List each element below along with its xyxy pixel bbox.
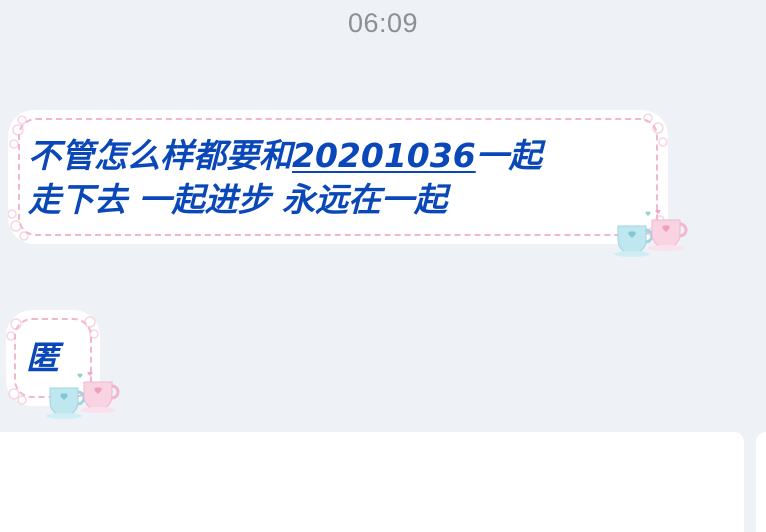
message-text-prefix: 不管怎么样都要和	[28, 136, 292, 175]
message-link-number[interactable]: 20201036	[292, 136, 476, 175]
message-line-2: 走下去 一起进步 永远在一起	[28, 180, 447, 219]
message-bubble[interactable]: 不管怎么样都要和20201036一起 走下去 一起进步 永远在一起	[8, 110, 688, 257]
message-text: 不管怎么样都要和20201036一起 走下去 一起进步 永远在一起	[28, 134, 542, 222]
message-line-1: 不管怎么样都要和20201036一起	[28, 134, 542, 178]
message-bubble[interactable]: 匿	[6, 310, 120, 419]
coffee-cups-icon	[614, 210, 688, 257]
side-panel-edge	[756, 432, 766, 532]
coffee-cups-icon	[46, 372, 120, 419]
message-text-suffix: 一起	[475, 136, 542, 175]
message-input-panel[interactable]	[0, 432, 744, 532]
message-timestamp: 06:09	[347, 8, 419, 38]
